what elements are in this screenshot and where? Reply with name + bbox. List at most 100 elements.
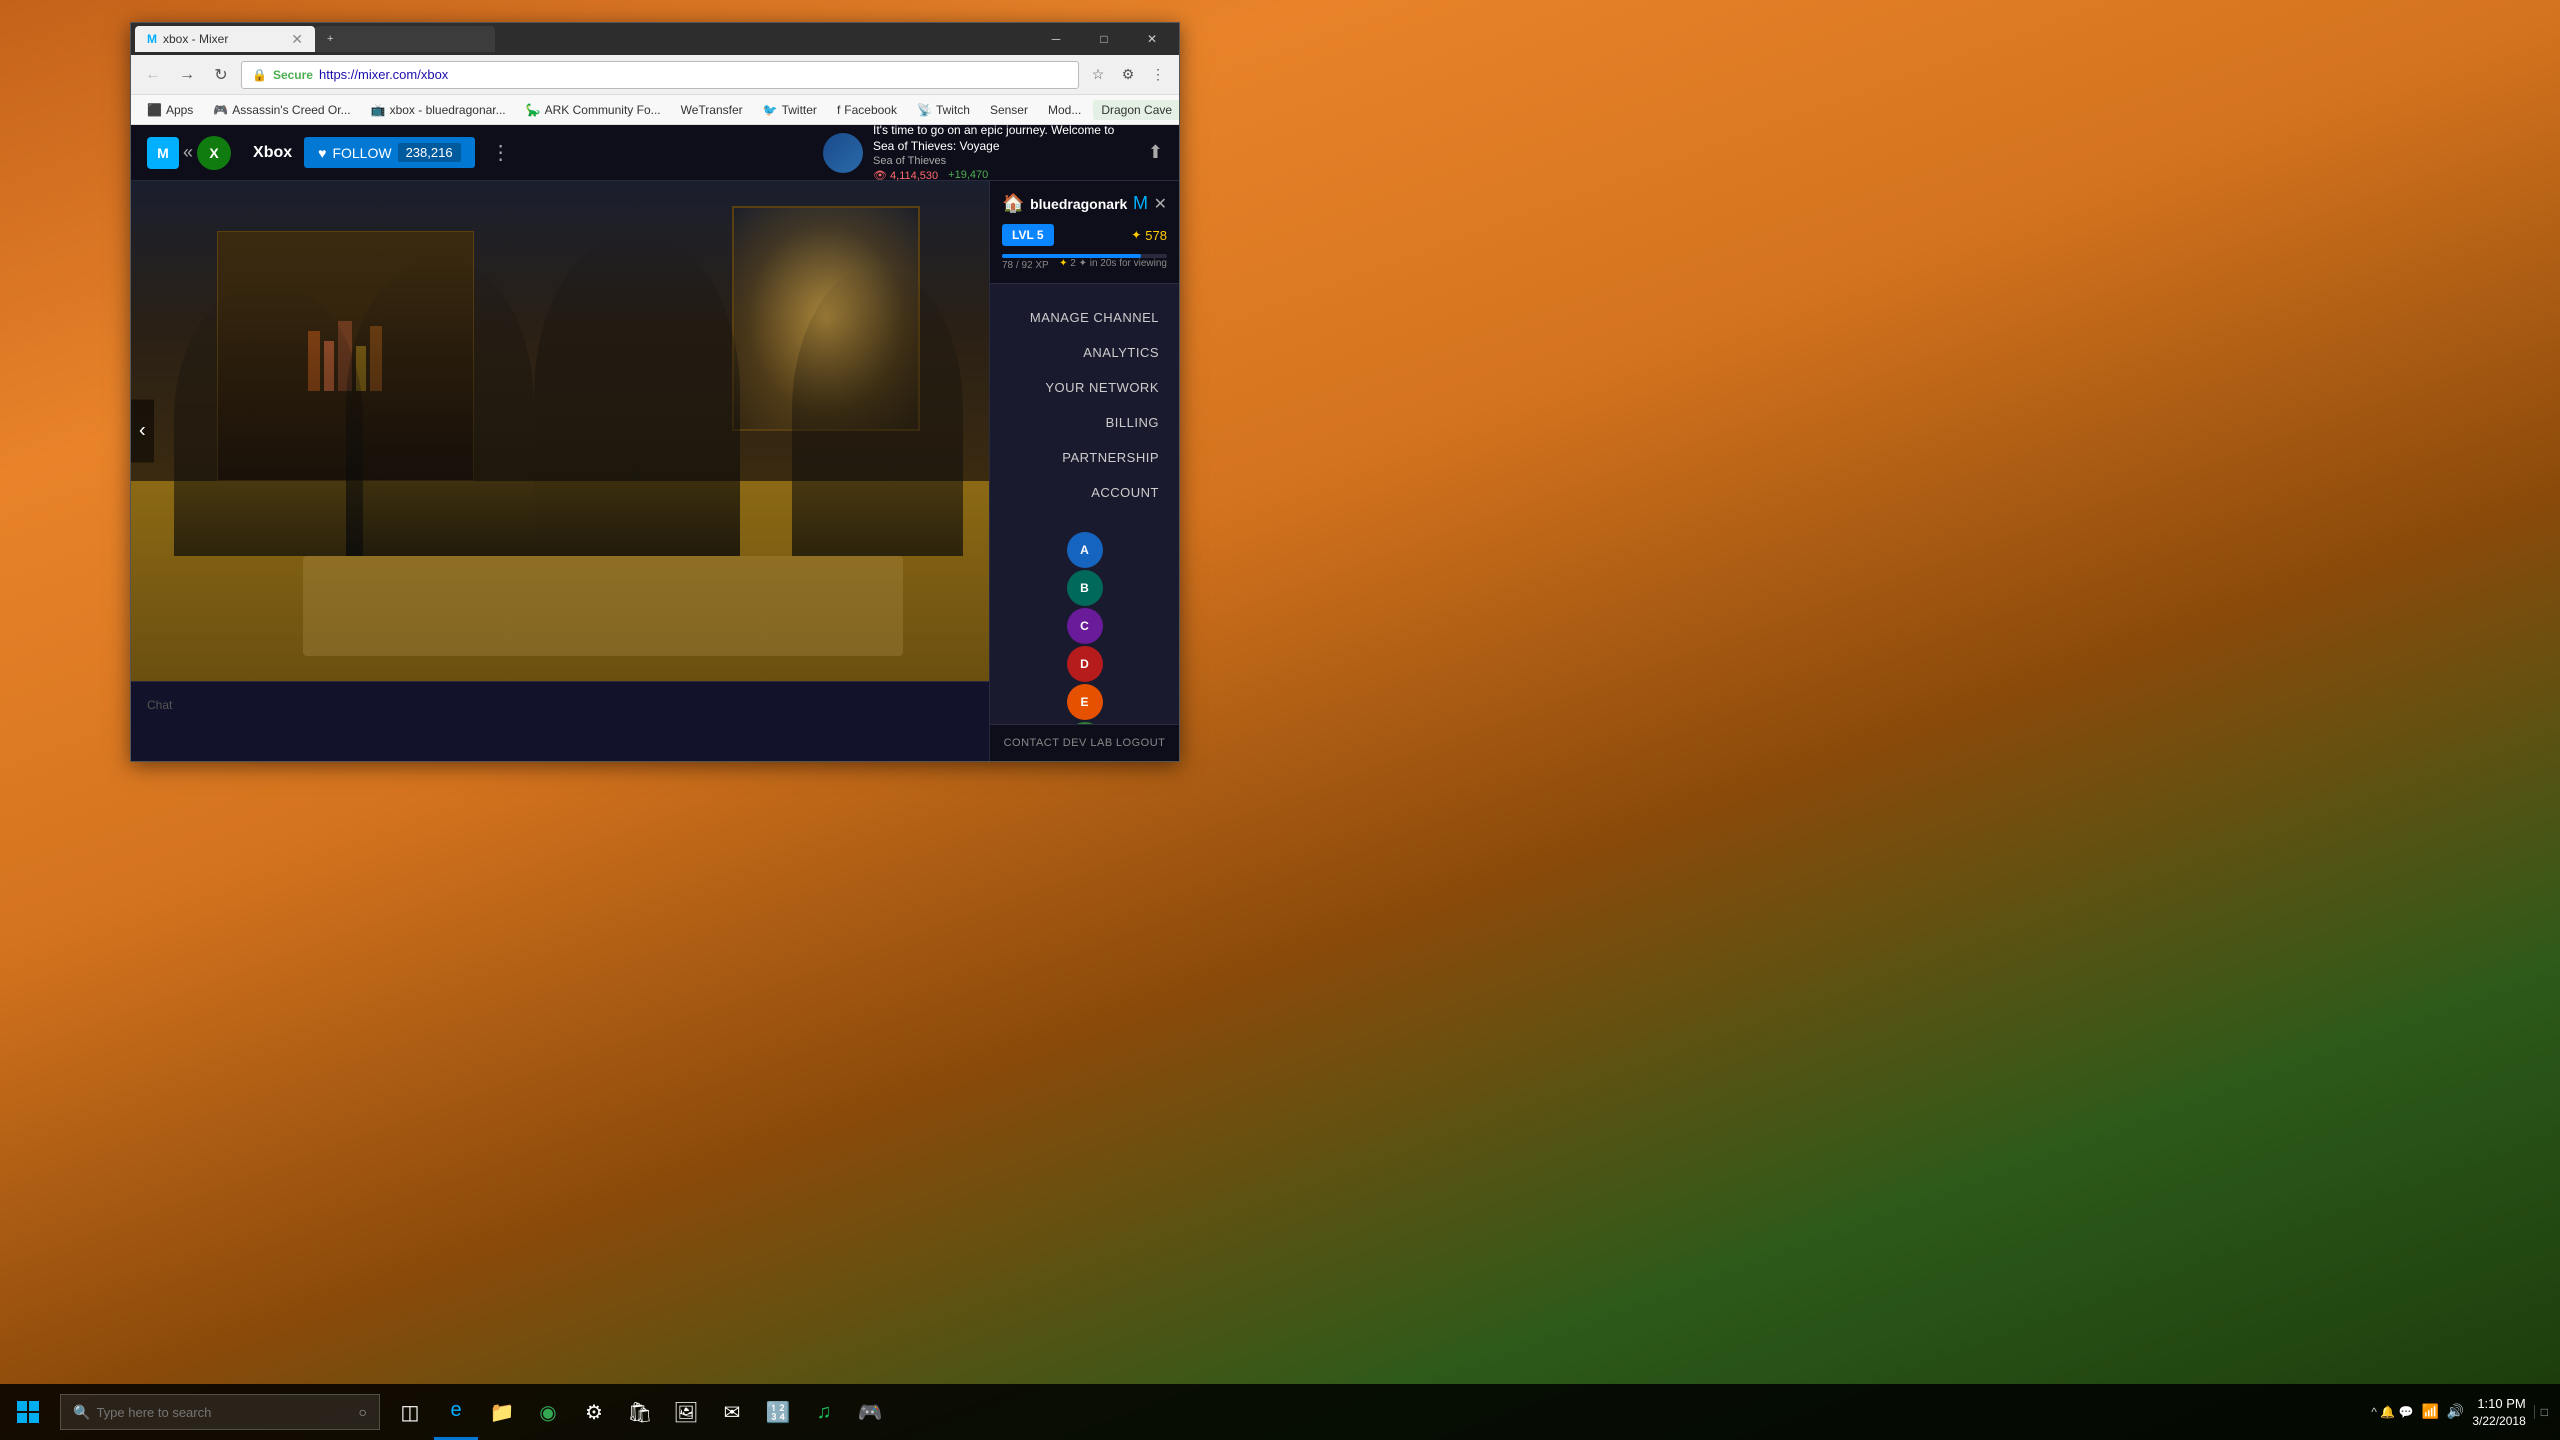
menu-button[interactable]: ⋮: [1145, 62, 1171, 88]
manage-channel-link[interactable]: MANAGE CHANNEL: [990, 300, 1179, 335]
mixer-logo[interactable]: M: [147, 137, 179, 169]
video-player[interactable]: ‹: [131, 181, 989, 681]
minimize-button[interactable]: ─: [1033, 23, 1079, 55]
twitch-icon: 📡: [917, 103, 932, 117]
avatar-item-1[interactable]: A: [1067, 532, 1103, 568]
spotify-icon[interactable]: ♫: [802, 1384, 846, 1440]
bookmark-twitch[interactable]: 📡 Twitch: [909, 100, 978, 120]
apps-icon: ⬛: [147, 103, 162, 117]
contact-link[interactable]: CONTACT: [1004, 737, 1060, 749]
ark-icon: 🦕: [526, 103, 541, 117]
stream-area: ‹ Chat 🏠 bluedragonark M ✕: [131, 181, 1179, 761]
tab-close-button[interactable]: ✕: [291, 31, 303, 48]
follow-button[interactable]: ♥ FOLLOW 238,216: [304, 137, 474, 168]
address-bar[interactable]: 🔒 Secure https://mixer.com/xbox: [241, 61, 1079, 89]
sidebar-footer: CONTACT DEV LAB LOGOUT: [990, 724, 1179, 761]
username-label: bluedragonark: [1030, 196, 1127, 212]
nav-extras: ☆ ⚙ ⋮: [1085, 62, 1171, 88]
wetransfer-label: WeTransfer: [681, 103, 743, 117]
follow-count: 238,216: [398, 143, 461, 162]
taskbar-search-bar[interactable]: 🔍 ○: [60, 1394, 380, 1430]
bookmark-facebook[interactable]: f Facebook: [829, 100, 905, 120]
side-menu: MANAGE CHANNEL ANALYTICS YOUR NETWORK BI…: [990, 284, 1179, 526]
close-button[interactable]: ✕: [1129, 23, 1175, 55]
dev-lab-link[interactable]: DEV LAB: [1063, 737, 1113, 749]
system-clock[interactable]: 1:10 PM 3/22/2018: [2472, 1395, 2525, 1430]
account-link[interactable]: ACCOUNT: [990, 475, 1179, 510]
spark-small-icon: ✦: [1059, 258, 1067, 269]
share-button[interactable]: ⬆: [1148, 142, 1163, 163]
photos-icon[interactable]: 🖼: [664, 1384, 708, 1440]
volume-icon[interactable]: 🔊: [2447, 1403, 2464, 1420]
bookmark-ark[interactable]: 🦕 ARK Community Fo...: [518, 100, 669, 120]
collapse-sidebar-button[interactable]: «: [183, 142, 193, 163]
avatar-item-2[interactable]: B: [1067, 570, 1103, 606]
bookmark-apps[interactable]: ⬛ Apps: [139, 100, 201, 120]
taskbar: 🔍 ○ ◫ e 📁 ◉ ⚙ 🛍 🖼 ✉ 🔢 ♫ 🎮 ^ 🔔 💬 📶 🔊 1:10…: [0, 1384, 2560, 1440]
twitter-icon: 🐦: [763, 103, 778, 117]
task-view-button[interactable]: ◫: [388, 1384, 432, 1440]
bookmark-senser[interactable]: Senser: [982, 100, 1036, 120]
xp-info-row: 78 / 92 XP ✦ 2 ✦ in 20s for viewing: [1002, 258, 1167, 271]
home-icon[interactable]: 🏠: [1002, 193, 1024, 214]
back-to-stream-button[interactable]: ‹: [131, 400, 154, 463]
user-panel: 🏠 bluedragonark M ✕ LVL 5 ✦ 578: [990, 181, 1179, 284]
cortana-icon: ○: [359, 1404, 367, 1420]
edge-browser-icon[interactable]: e: [434, 1384, 478, 1440]
video-content: [131, 181, 989, 681]
level-badge: LVL 5: [1002, 224, 1054, 246]
your-network-link[interactable]: YOUR NETWORK: [990, 370, 1179, 405]
assassins-label: Assassin's Creed Or...: [232, 103, 350, 117]
calculator-icon[interactable]: 🔢: [756, 1384, 800, 1440]
billing-link[interactable]: BILLING: [990, 405, 1179, 440]
xp-label: 78 / 92 XP: [1002, 260, 1049, 271]
file-explorer-icon[interactable]: 📁: [480, 1384, 524, 1440]
browser-navbar: ← → ↻ 🔒 Secure https://mixer.com/xbox ☆ …: [131, 55, 1179, 95]
browser-tab-active[interactable]: M xbox - Mixer ✕: [135, 26, 315, 52]
extensions-button[interactable]: ⚙: [1115, 62, 1141, 88]
stream-thumbnail: [823, 133, 863, 173]
chrome-icon[interactable]: ◉: [526, 1384, 570, 1440]
stream-area-main: ‹ Chat: [131, 181, 989, 761]
back-button[interactable]: ←: [139, 61, 167, 89]
facebook-icon: f: [837, 103, 840, 117]
logout-link[interactable]: LOGOUT: [1116, 737, 1165, 749]
bookmark-mod[interactable]: Mod...: [1040, 100, 1089, 120]
person-2: [346, 256, 535, 556]
mail-icon[interactable]: ✉: [710, 1384, 754, 1440]
browser-tab-new-area: +: [315, 26, 495, 52]
settings-icon[interactable]: ⚙: [572, 1384, 616, 1440]
avatar-item-3[interactable]: C: [1067, 608, 1103, 644]
eye-icon: 👁: [873, 170, 887, 182]
more-options-button[interactable]: ⋮: [483, 136, 519, 169]
bookmark-twitter[interactable]: 🐦 Twitter: [755, 100, 825, 120]
forward-button[interactable]: →: [173, 61, 201, 89]
network-icon[interactable]: 📶: [2421, 1403, 2438, 1420]
bookmark-star-button[interactable]: ☆: [1085, 62, 1111, 88]
stream-game: Sea of Thieves: [873, 155, 1128, 167]
user-level-area: LVL 5 ✦ 578: [1002, 224, 1167, 246]
bookmark-xbox[interactable]: 📺 xbox - bluedragonar...: [363, 100, 514, 120]
heart-icon: ♥: [318, 145, 326, 161]
maximize-button[interactable]: □: [1081, 23, 1127, 55]
store-icon[interactable]: 🛍: [618, 1384, 662, 1440]
taskbar-search-input[interactable]: [96, 1405, 356, 1420]
close-panel-button[interactable]: ✕: [1154, 194, 1167, 214]
show-desktop-button[interactable]: □: [2534, 1405, 2548, 1419]
avatar-item-4[interactable]: D: [1067, 646, 1103, 682]
tray-icons: ^ 🔔 💬: [2371, 1405, 2413, 1419]
bookmark-wetransfer[interactable]: WeTransfer: [673, 100, 751, 120]
bookmark-dragon-cave[interactable]: Dragon Cave: [1093, 100, 1179, 120]
avatar-item-5[interactable]: E: [1067, 684, 1103, 720]
chat-placeholder: Chat: [147, 690, 973, 720]
xbox-icon[interactable]: 🎮: [848, 1384, 892, 1440]
bookmark-assassins[interactable]: 🎮 Assassin's Creed Or...: [205, 100, 358, 120]
refresh-button[interactable]: ↻: [207, 61, 235, 89]
like-count: +19,470: [948, 169, 988, 182]
new-tab-page: +: [327, 33, 333, 45]
start-button[interactable]: [0, 1384, 56, 1440]
partnership-link[interactable]: PARTNERSHIP: [990, 440, 1179, 475]
system-tray: ^ 🔔 💬 📶 🔊 1:10 PM 3/22/2018 □: [2371, 1395, 2560, 1430]
analytics-link[interactable]: ANALYTICS: [990, 335, 1179, 370]
mixer-topnav: M « X Xbox ♥ FOLLOW 238,216 ⋮ It's time …: [131, 125, 1179, 181]
